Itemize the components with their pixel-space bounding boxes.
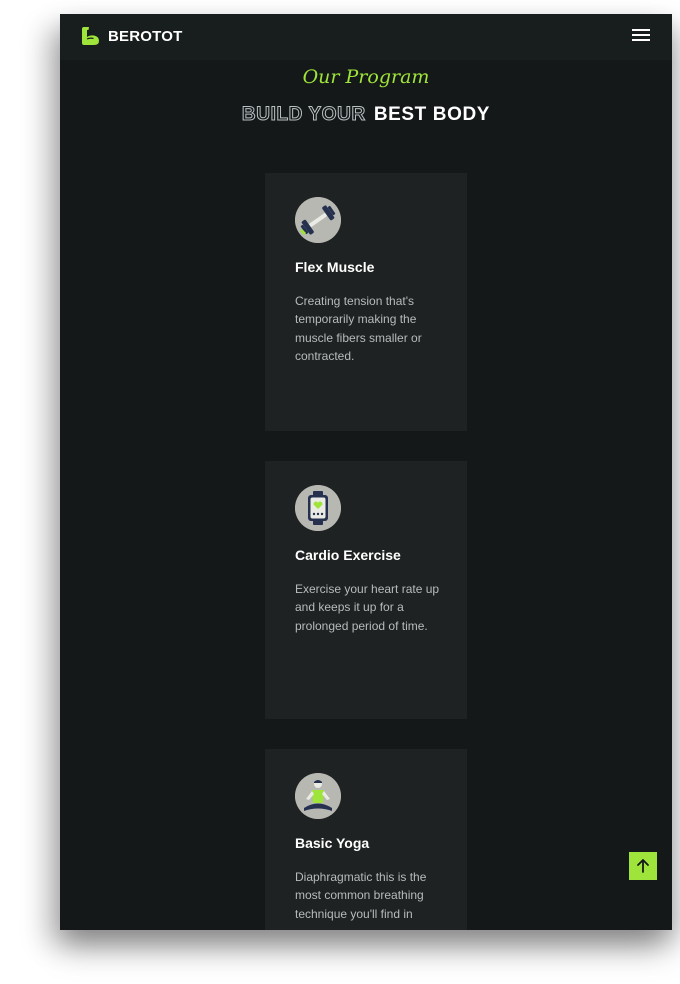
program-title[interactable]: Flex Muscle — [295, 259, 374, 275]
section-tagline: Our Program — [302, 66, 430, 88]
program-card-flex-muscle[interactable]: Flex Muscle Creating tension that's temp… — [265, 173, 467, 431]
section-title-outline: BUILD YOUR — [241, 104, 366, 126]
smartwatch-heart-icon — [295, 485, 341, 531]
dumbbell-icon — [295, 197, 341, 243]
menu-line — [632, 39, 650, 41]
arrow-up-icon — [637, 859, 649, 873]
brand-logo[interactable]: BEROTOT — [80, 25, 182, 47]
hamburger-icon[interactable] — [632, 27, 650, 45]
program-description: Creating tension that's temporarily maki… — [295, 294, 422, 363]
brand-name: BEROTOT — [108, 27, 183, 45]
menu-line — [632, 29, 650, 31]
navbar: BEROTOT — [60, 14, 672, 60]
program-card-cardio[interactable]: Cardio Exercise Exercise your heart rate… — [265, 461, 467, 719]
section-title: BUILD YOUR BEST BODY — [60, 104, 672, 126]
yoga-pose-icon — [295, 773, 341, 819]
program-description: Diaphragmatic this is the most common br… — [295, 870, 427, 921]
program-title[interactable]: Basic Yoga — [295, 835, 369, 851]
menu-line — [632, 34, 650, 36]
program-description: Exercise your heart rate up and keeps it… — [295, 582, 440, 633]
program-card-yoga[interactable]: Basic Yoga Diaphragmatic this is the mos… — [265, 749, 467, 930]
page-frame: BEROTOT Our Program BUILD YOUR BEST BODY — [60, 14, 672, 930]
scroll-to-top-button[interactable] — [629, 852, 657, 880]
flexed-arm-icon — [82, 27, 99, 45]
section-title-solid: BEST BODY — [373, 104, 491, 125]
program-title[interactable]: Cardio Exercise — [295, 547, 401, 563]
